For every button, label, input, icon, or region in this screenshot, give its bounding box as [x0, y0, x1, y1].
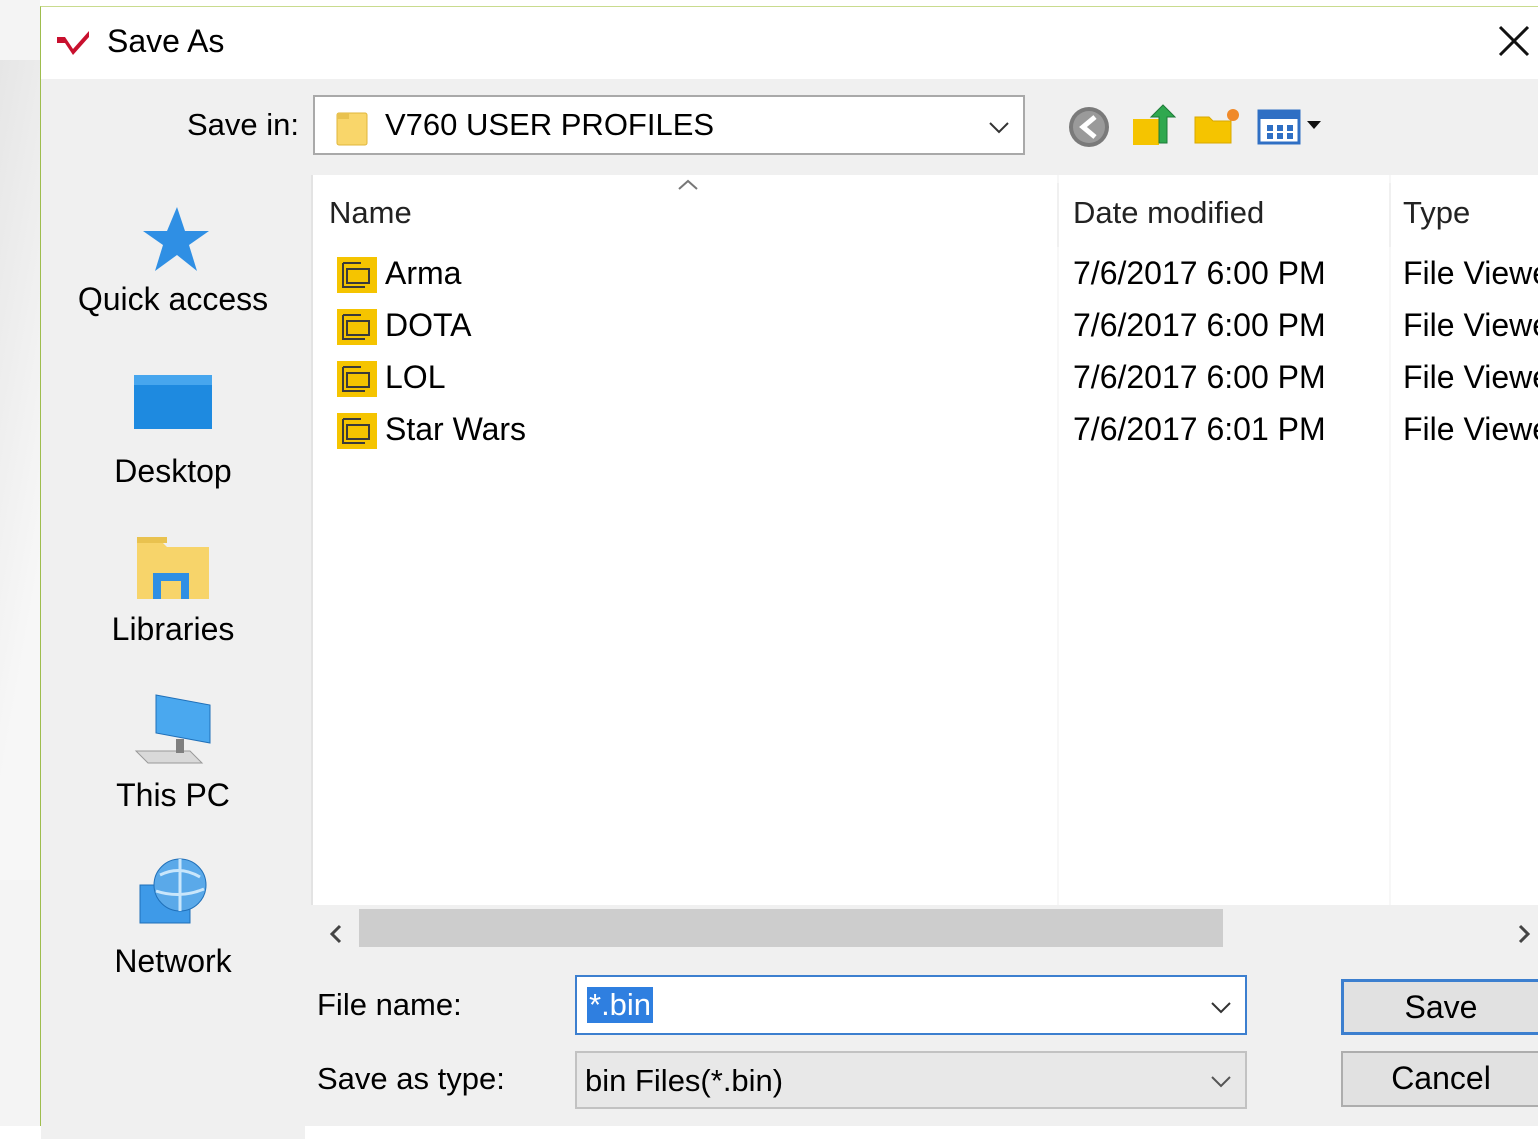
desktop-background: [0, 0, 40, 1126]
file-date: 7/6/2017 6:00 PM: [1073, 307, 1326, 343]
scroll-right-icon[interactable]: [1509, 919, 1538, 949]
close-icon[interactable]: [1492, 19, 1538, 65]
folder-icon: [337, 361, 377, 397]
back-icon[interactable]: [1065, 103, 1113, 149]
place-label: Libraries: [111, 611, 235, 647]
file-date: 7/6/2017 6:00 PM: [1073, 255, 1326, 291]
place-quick-access[interactable]: Quick access: [41, 203, 305, 318]
column-separator[interactable]: [1389, 183, 1391, 247]
file-row[interactable]: Star Wars 7/6/2017 6:01 PM File Viewe: [313, 405, 1538, 457]
network-icon: [139, 858, 207, 924]
file-name-value: *.bin: [587, 987, 654, 1023]
save-in-value: V760 USER PROFILES: [385, 107, 715, 142]
place-network[interactable]: Network: [41, 855, 305, 980]
file-type: File Viewe: [1403, 359, 1538, 395]
dialog-title: Save As: [107, 23, 225, 59]
folder-icon: [336, 112, 368, 146]
file-type: File Viewe: [1403, 255, 1538, 291]
file-date: 7/6/2017 6:01 PM: [1073, 411, 1326, 447]
file-name-label: File name:: [317, 987, 462, 1022]
view-menu-icon[interactable]: [1255, 103, 1327, 149]
save-as-type-value: bin Files(*.bin): [585, 1063, 784, 1098]
cancel-button[interactable]: Cancel: [1341, 1051, 1538, 1107]
scroll-left-icon[interactable]: [321, 919, 351, 949]
file-row[interactable]: LOL 7/6/2017 6:00 PM File Viewe: [313, 353, 1538, 405]
save-in-label: Save in:: [187, 107, 300, 142]
place-label: Desktop: [114, 453, 232, 489]
file-row[interactable]: Arma 7/6/2017 6:00 PM File Viewe: [313, 249, 1538, 301]
file-name-input[interactable]: *.bin: [575, 975, 1247, 1035]
file-name: DOTA: [385, 307, 472, 343]
file-type: File Viewe: [1403, 411, 1538, 447]
horizontal-scrollbar[interactable]: [313, 905, 1538, 961]
new-folder-icon[interactable]: [1191, 103, 1243, 149]
libraries-icon: [137, 537, 209, 599]
save-as-type-select[interactable]: bin Files(*.bin): [575, 1051, 1247, 1109]
chevron-down-icon: [1211, 1076, 1231, 1088]
column-header-date[interactable]: Date modified: [1073, 195, 1264, 231]
file-type: File Viewe: [1403, 307, 1538, 343]
desktop-icon: [134, 375, 212, 429]
save-in-dropdown[interactable]: V760 USER PROFILES: [313, 95, 1025, 155]
file-name: Arma: [385, 255, 462, 291]
place-label: Quick access: [77, 281, 269, 317]
title-bar: Save As: [41, 7, 1538, 79]
chevron-down-icon: [989, 122, 1009, 134]
background-shape: [0, 60, 40, 880]
scrollbar-thumb[interactable]: [359, 909, 1223, 947]
chevron-down-icon[interactable]: [1207, 993, 1235, 1021]
folder-icon: [337, 257, 377, 293]
sort-ascending-icon: [678, 179, 698, 190]
folder-icon: [337, 309, 377, 345]
place-this-pc[interactable]: This PC: [41, 691, 305, 814]
place-libraries[interactable]: Libraries: [41, 531, 305, 648]
places-bar: Quick access Desktop Libraries This PC N…: [41, 179, 305, 1139]
computer-icon: [134, 694, 211, 764]
folder-icon: [337, 413, 377, 449]
save-as-type-label: Save as type:: [317, 1061, 505, 1096]
app-logo-icon: [57, 31, 89, 55]
place-desktop[interactable]: Desktop: [41, 371, 305, 490]
save-as-dialog: Save As Save in: V760 USER PROFILES Quic…: [40, 6, 1538, 1139]
file-date: 7/6/2017 6:00 PM: [1073, 359, 1326, 395]
column-header-name[interactable]: Name: [329, 195, 412, 231]
file-name: LOL: [385, 359, 446, 395]
save-button[interactable]: Save: [1341, 979, 1538, 1035]
column-separator[interactable]: [1057, 183, 1059, 247]
place-label: This PC: [116, 777, 230, 813]
star-icon: [143, 207, 209, 271]
file-row[interactable]: DOTA 7/6/2017 6:00 PM File Viewe: [313, 301, 1538, 353]
file-name: Star Wars: [385, 411, 527, 447]
up-folder-icon[interactable]: [1129, 103, 1177, 149]
file-list[interactable]: Name Date modified Type Arma 7/6/2017 6:…: [311, 175, 1538, 905]
column-header-type[interactable]: Type: [1403, 195, 1470, 231]
place-label: Network: [114, 943, 232, 979]
